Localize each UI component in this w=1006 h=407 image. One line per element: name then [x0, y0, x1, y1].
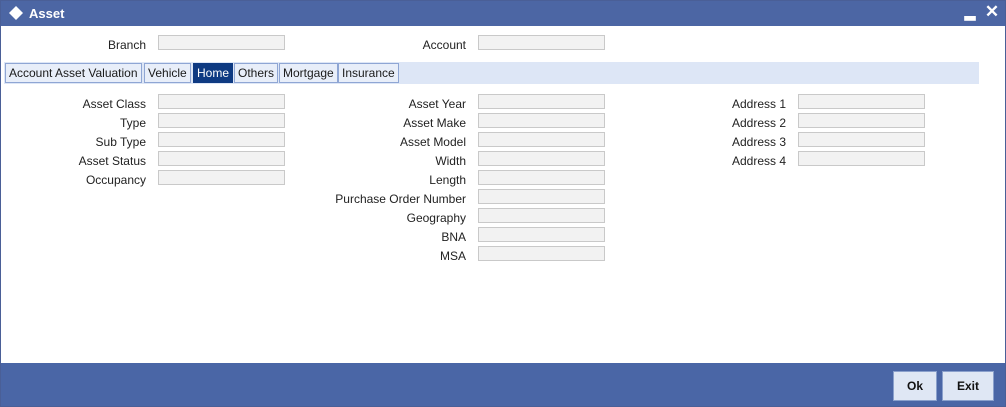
account-label: Account — [422, 38, 466, 52]
asset-year-label: Asset Year — [408, 97, 466, 111]
exit-button[interactable]: Exit — [942, 371, 994, 401]
type-label: Type — [119, 116, 146, 130]
address-2-label: Address 2 — [731, 116, 786, 130]
address-2-field[interactable] — [798, 113, 925, 128]
purchase-order-number-field[interactable] — [478, 189, 605, 204]
title-bar: Asset ▂ ✕ — [1, 1, 1005, 26]
asset-year-field[interactable] — [478, 94, 605, 109]
tab-mortgage[interactable]: Mortgage — [279, 63, 338, 83]
ok-button[interactable]: Ok — [893, 371, 937, 401]
occupancy-field[interactable] — [158, 170, 285, 185]
asset-make-label: Asset Make — [403, 116, 466, 130]
bna-field[interactable] — [478, 227, 605, 242]
close-icon[interactable]: ✕ — [983, 3, 1001, 21]
sub-type-label: Sub Type — [95, 135, 146, 149]
tab-home[interactable]: Home — [193, 63, 234, 83]
geography-label: Geography — [406, 211, 466, 225]
width-label: Width — [435, 154, 466, 168]
type-field[interactable] — [158, 113, 285, 128]
address-4-field[interactable] — [798, 151, 925, 166]
asset-make-field[interactable] — [478, 113, 605, 128]
asset-model-label: Asset Model — [399, 135, 466, 149]
minimize-icon[interactable]: ▂ — [961, 3, 979, 21]
branch-field[interactable] — [158, 35, 285, 50]
address-1-label: Address 1 — [731, 97, 786, 111]
sub-type-field[interactable] — [158, 132, 285, 147]
bna-label: BNA — [441, 230, 466, 244]
asset-class-field[interactable] — [158, 94, 285, 109]
length-label: Length — [429, 173, 466, 187]
account-field[interactable] — [478, 35, 605, 50]
asset-status-field[interactable] — [158, 151, 285, 166]
footer-bar: Ok Exit — [1, 363, 1005, 406]
occupancy-label: Occupancy — [85, 173, 146, 187]
msa-field[interactable] — [478, 246, 605, 261]
address-3-field[interactable] — [798, 132, 925, 147]
tab-others[interactable]: Others — [234, 63, 279, 83]
address-1-field[interactable] — [798, 94, 925, 109]
tab-insurance[interactable]: Insurance — [338, 63, 399, 83]
branch-label: Branch — [107, 38, 146, 52]
window-title: Asset — [29, 6, 65, 21]
tab-bar: Account Asset Valuation Vehicle Home Oth… — [4, 62, 979, 84]
asset-model-field[interactable] — [478, 132, 605, 147]
geography-field[interactable] — [478, 208, 605, 223]
diamond-icon — [9, 6, 23, 20]
tab-vehicle[interactable]: Vehicle — [144, 63, 191, 83]
address-4-label: Address 4 — [731, 154, 786, 168]
length-field[interactable] — [478, 170, 605, 185]
tab-account-asset-valuation[interactable]: Account Asset Valuation — [5, 63, 142, 83]
width-field[interactable] — [478, 151, 605, 166]
asset-class-label: Asset Class — [82, 97, 146, 111]
purchase-order-number-label: Purchase Order Number — [335, 192, 466, 206]
address-3-label: Address 3 — [731, 135, 786, 149]
msa-label: MSA — [439, 249, 466, 263]
asset-status-label: Asset Status — [78, 154, 146, 168]
asset-window: Asset ▂ ✕ Branch Account Account Asset V… — [0, 0, 1006, 407]
